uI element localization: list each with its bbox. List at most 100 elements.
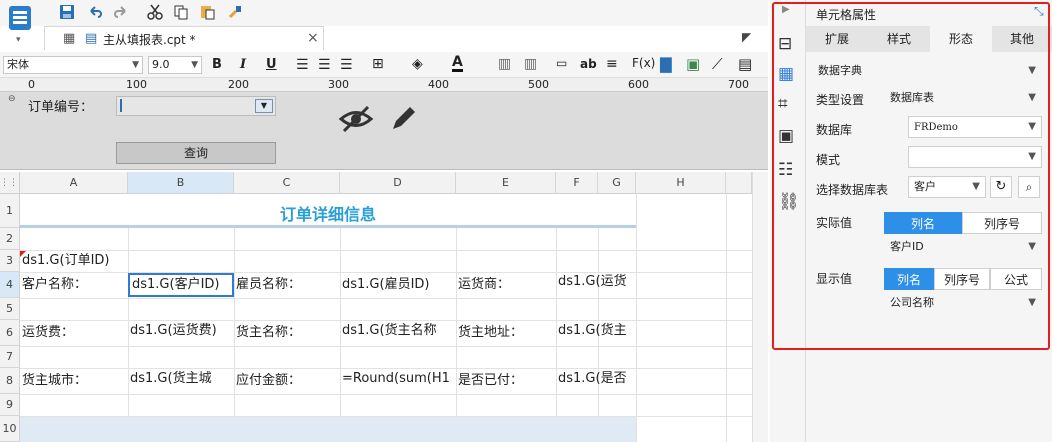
cell-f8[interactable]: ds1.G(是否	[556, 370, 636, 388]
pin-icon[interactable]: ⤡	[1034, 4, 1044, 19]
database-select[interactable]: FRDemo ▼	[908, 116, 1042, 138]
text-color-button[interactable]: A	[452, 55, 463, 72]
order-number-input[interactable]: ▼	[116, 96, 276, 116]
cell-c6[interactable]: 货主名称：	[234, 324, 340, 342]
row-header-4[interactable]: 4	[0, 272, 20, 298]
cell-b8[interactable]: ds1.G(货主城	[128, 370, 234, 388]
fill-color-icon[interactable]: ◈	[412, 56, 423, 72]
column-header-c[interactable]: C	[234, 172, 340, 194]
file-tab[interactable]: ▦ ▤ 主从填报表.cpt * ×	[44, 26, 324, 50]
row-header-9[interactable]: 9	[0, 394, 20, 416]
redo-icon[interactable]	[112, 3, 130, 21]
column-header-b[interactable]: B	[128, 172, 234, 194]
dropdown-button-icon[interactable]: ▼	[255, 99, 273, 113]
row-header-1[interactable]: 1	[0, 194, 20, 228]
underline-button[interactable]: U	[266, 57, 277, 72]
cell-e8[interactable]: 是否已付：	[456, 372, 556, 390]
column-header-f[interactable]: F	[556, 172, 598, 194]
tab-form[interactable]: 形态	[930, 26, 992, 52]
pencil-icon[interactable]	[388, 104, 418, 137]
formula-button[interactable]: F(x)	[632, 56, 655, 70]
cell-f4[interactable]: ds1.G(运货	[556, 273, 636, 291]
chart-icon[interactable]: ▇	[660, 55, 672, 73]
insert-row-icon[interactable]: ▭	[556, 56, 567, 70]
merge-icon[interactable]: ▥	[498, 56, 511, 72]
cell-a4[interactable]: 客户名称：	[20, 276, 128, 294]
query-button[interactable]: 查询	[116, 142, 276, 164]
cell-e4[interactable]: 运货商：	[456, 276, 556, 294]
row-header-5[interactable]: 5	[0, 298, 20, 320]
cell-d8[interactable]: =Round(sum(H1	[340, 370, 456, 388]
font-family-select[interactable]: 宋体 ▼	[3, 56, 143, 74]
copy-icon[interactable]	[172, 3, 190, 21]
actual-column-index-toggle[interactable]: 列序号	[962, 212, 1042, 234]
tab-expand[interactable]: 扩展	[806, 26, 868, 52]
display-formula-toggle[interactable]: 公式	[990, 268, 1042, 290]
cell-d4[interactable]: ds1.G(雇员ID)	[340, 276, 456, 294]
text-button[interactable]: ab	[580, 57, 597, 71]
image-icon[interactable]: ▣	[686, 55, 700, 73]
bold-button[interactable]: B	[212, 57, 222, 72]
undo-icon[interactable]	[86, 3, 104, 21]
actual-column-name-toggle[interactable]: 列名	[884, 212, 962, 234]
row-header-2[interactable]: 2	[0, 228, 20, 250]
cell-c8[interactable]: 应付金额：	[234, 372, 340, 390]
row-header-10[interactable]: 10	[0, 416, 20, 442]
cell-d6[interactable]: ds1.G(货主名称	[340, 322, 456, 340]
title-cell[interactable]: 订单详细信息	[20, 194, 636, 228]
table-select[interactable]: 客户 ▼	[908, 176, 986, 198]
tab-other[interactable]: 其他	[992, 26, 1052, 52]
vertical-scrollbar[interactable]	[752, 172, 768, 442]
form-type-select[interactable]: 数据字典 ▼	[812, 60, 1042, 82]
cell-a8[interactable]: 货主城市：	[20, 372, 128, 390]
column-header-a[interactable]: A	[20, 172, 128, 194]
cell-c4[interactable]: 雇员名称：	[234, 276, 340, 294]
display-value-select[interactable]: 公司名称 ▼	[884, 292, 1042, 314]
crop-icon[interactable]: ⌗	[778, 94, 788, 114]
cut-icon[interactable]	[146, 3, 164, 21]
display-column-name-toggle[interactable]: 列名	[884, 268, 934, 290]
cell-element-icon[interactable]: ⊟	[778, 34, 792, 54]
align-left-icon[interactable]: ☰	[296, 57, 309, 73]
save-icon[interactable]	[58, 3, 76, 21]
actual-value-select[interactable]: 客户ID ▼	[884, 236, 1042, 258]
collapse-icon[interactable]: ◤	[742, 30, 751, 44]
app-logo-icon[interactable]: ▾	[6, 4, 34, 48]
slash-icon[interactable]: ⟋	[712, 55, 723, 73]
cell-attribute-icon[interactable]: ▦	[778, 64, 794, 84]
column-header-h[interactable]: H	[636, 172, 726, 194]
unmerge-icon[interactable]: ▥	[524, 56, 537, 72]
expand-arrow-icon[interactable]: ▶	[782, 4, 790, 15]
close-tab-icon[interactable]: ×	[307, 30, 319, 46]
column-header-e[interactable]: E	[456, 172, 556, 194]
tab-style[interactable]: 样式	[868, 26, 930, 52]
hide-eye-icon[interactable]	[338, 104, 374, 137]
row-header-7[interactable]: 7	[0, 346, 20, 368]
refresh-icon[interactable]: ↻	[990, 176, 1012, 198]
paste-icon[interactable]	[198, 3, 216, 21]
italic-button[interactable]: I	[240, 57, 246, 72]
paragraph-icon[interactable]: ≡	[606, 56, 618, 72]
cell-b4-selected[interactable]: ds1.G(客户ID)	[128, 273, 234, 297]
font-size-select[interactable]: 9.0 ▼	[148, 56, 202, 74]
cell-a6[interactable]: 运货费：	[20, 324, 128, 342]
subreport-icon[interactable]: ▤	[738, 55, 752, 73]
cell-e6[interactable]: 货主地址：	[456, 324, 556, 342]
mode-select[interactable]: ▼	[908, 146, 1042, 168]
border-icon[interactable]: ⊞	[372, 56, 384, 72]
cell-f6[interactable]: ds1.G(货主	[556, 322, 636, 340]
cell-a3[interactable]: ds1.G(订单ID)	[20, 252, 128, 270]
align-right-icon[interactable]: ☰	[340, 57, 353, 73]
condition-icon[interactable]: ☷	[778, 160, 793, 180]
row-header-6[interactable]: 6	[0, 320, 20, 346]
widget-icon[interactable]: ▣	[778, 126, 794, 146]
format-brush-icon[interactable]	[226, 3, 244, 21]
preview-search-icon[interactable]: ⌕	[1018, 176, 1040, 198]
select-all-corner[interactable]: ⋮⋮⋮	[0, 172, 27, 194]
column-header-d[interactable]: D	[340, 172, 456, 194]
cell-b6[interactable]: ds1.G(运货费)	[128, 322, 234, 340]
column-header-g[interactable]: G	[598, 172, 636, 194]
display-column-index-toggle[interactable]: 列序号	[934, 268, 990, 290]
row-header-3[interactable]: 3	[0, 250, 20, 272]
hyperlink-icon[interactable]: ⛓	[778, 192, 800, 212]
